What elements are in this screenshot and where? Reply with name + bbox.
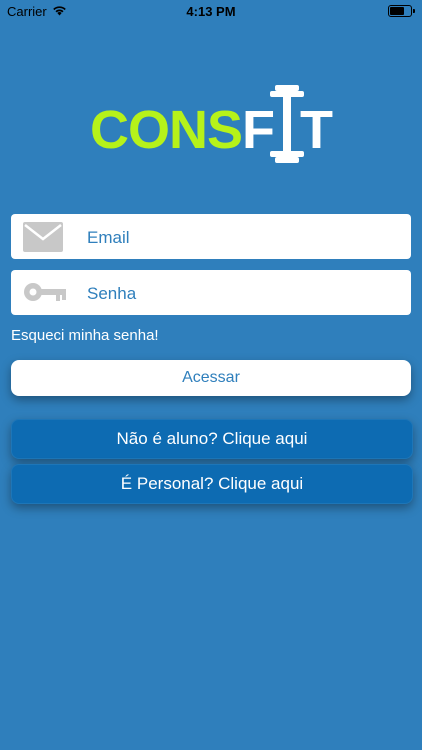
key-icon xyxy=(23,278,67,313)
student-signup-button[interactable]: Não é aluno? Clique aqui xyxy=(11,419,413,459)
mail-icon xyxy=(23,222,63,257)
login-button[interactable]: Acessar xyxy=(11,360,411,396)
password-input[interactable] xyxy=(85,270,399,317)
logo-fit-text: F I T xyxy=(242,85,333,163)
personal-signup-button[interactable]: É Personal? Clique aqui xyxy=(11,464,413,504)
status-bar: Carrier 4:13 PM xyxy=(0,0,422,22)
email-field[interactable] xyxy=(11,214,411,261)
forgot-password-link[interactable]: Esqueci minha senha! xyxy=(11,327,159,344)
battery-icon xyxy=(388,5,415,17)
app-logo: CONS F I T xyxy=(0,85,422,170)
email-input[interactable] xyxy=(85,214,399,261)
dumbbell-icon xyxy=(270,85,304,163)
status-time: 4:13 PM xyxy=(186,4,236,19)
logo-i-wrap: I xyxy=(270,85,304,163)
logo-cons-text: CONS xyxy=(89,100,243,160)
password-field[interactable] xyxy=(11,270,411,317)
